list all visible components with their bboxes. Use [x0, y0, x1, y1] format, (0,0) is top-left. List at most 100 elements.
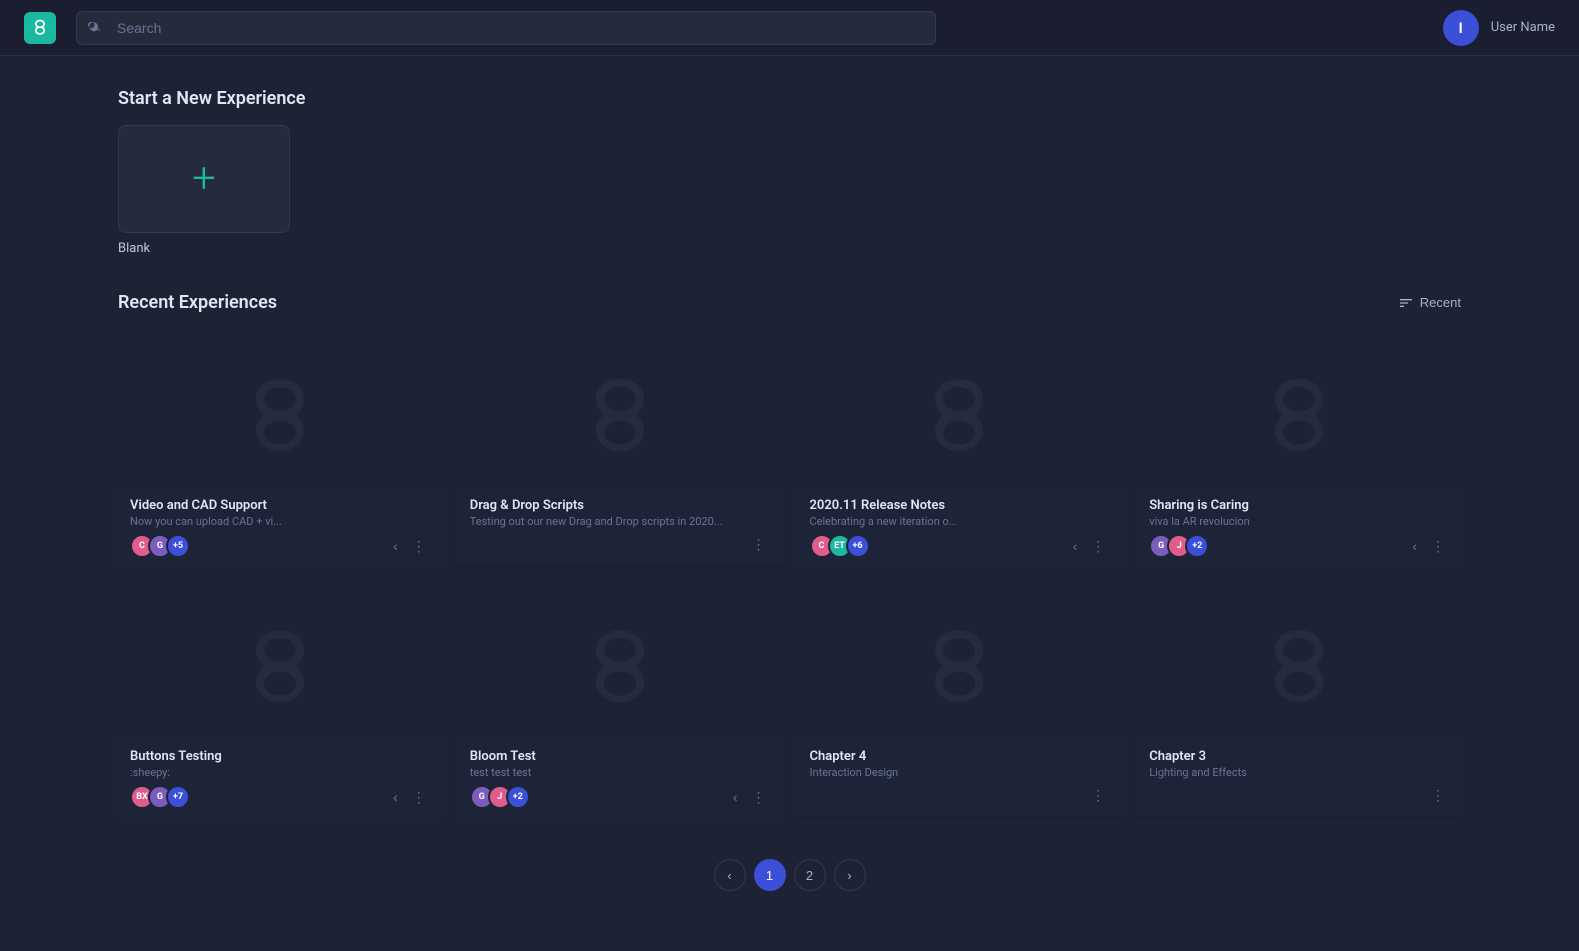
exp-thumbnail [1137, 333, 1461, 488]
user-avatar[interactable]: I [1443, 10, 1479, 46]
experience-card[interactable]: Bloom Test test test test GJ+2 ‹ ⋮ [458, 584, 782, 819]
exp-subtitle: Celebrating a new iteration o... [810, 515, 1110, 528]
exp-logo-icon [919, 622, 999, 702]
more-options-button[interactable]: ⋮ [1427, 536, 1449, 557]
exp-title: 2020.11 Release Notes [810, 498, 1110, 513]
exp-footer-row: GJ+2 ‹ ⋮ [1149, 534, 1449, 558]
exp-thumbnail [118, 584, 442, 739]
exp-logo-icon [1259, 622, 1339, 702]
exp-logo-icon [1259, 371, 1339, 451]
chevron-left-button[interactable]: ‹ [389, 536, 402, 556]
footer-actions: ‹ ⋮ [389, 536, 430, 557]
experience-card[interactable]: Chapter 3 Lighting and Effects ⋮ [1137, 584, 1461, 819]
extra-count-badge: +6 [846, 534, 870, 558]
chevron-left-button[interactable]: ‹ [1069, 536, 1082, 556]
footer-actions: ⋮ [1427, 785, 1449, 806]
more-options-button[interactable]: ⋮ [748, 787, 770, 808]
experience-card[interactable]: Buttons Testing :sheepy: BXG+7 ‹ ⋮ [118, 584, 442, 819]
experience-card[interactable]: Sharing is Caring viva la AR revolucion … [1137, 333, 1461, 568]
more-options-button[interactable]: ⋮ [408, 536, 430, 557]
sort-button[interactable]: Recent [1398, 295, 1461, 311]
exp-footer: Buttons Testing :sheepy: BXG+7 ‹ ⋮ [118, 739, 442, 819]
more-options-button[interactable]: ⋮ [1427, 785, 1449, 806]
exp-thumbnail [1137, 584, 1461, 739]
header-right: I User Name [1443, 10, 1555, 46]
avatars-group: CG+5 [130, 534, 190, 558]
experience-card[interactable]: Drag & Drop Scripts Testing out our new … [458, 333, 782, 568]
exp-title: Buttons Testing [130, 749, 430, 764]
exp-footer-row: CG+5 ‹ ⋮ [130, 534, 430, 558]
exp-subtitle: Testing out our new Drag and Drop script… [470, 515, 770, 528]
next-page-button[interactable]: › [834, 859, 866, 891]
exp-footer: Bloom Test test test test GJ+2 ‹ ⋮ [458, 739, 782, 819]
recent-header: Recent Experiences Recent [118, 292, 1461, 313]
exp-logo-icon [580, 622, 660, 702]
exp-footer-row: ⋮ [810, 785, 1110, 806]
app-logo[interactable] [24, 12, 56, 44]
extra-count-badge: +5 [166, 534, 190, 558]
avatars-group: BXG+7 [130, 785, 190, 809]
footer-actions: ‹ ⋮ [389, 787, 430, 808]
page-2-button[interactable]: 2 [794, 859, 826, 891]
exp-logo-icon [240, 371, 320, 451]
exp-footer-row: ⋮ [470, 534, 770, 555]
exp-title: Drag & Drop Scripts [470, 498, 770, 513]
exp-subtitle: Lighting and Effects [1149, 766, 1449, 779]
experience-card[interactable]: Video and CAD Support Now you can upload… [118, 333, 442, 568]
exp-logo-icon [919, 371, 999, 451]
exp-title: Bloom Test [470, 749, 770, 764]
exp-footer: Drag & Drop Scripts Testing out our new … [458, 488, 782, 565]
exp-footer: 2020.11 Release Notes Celebrating a new … [798, 488, 1122, 568]
new-experience-title: Start a New Experience [118, 88, 1461, 109]
recent-title: Recent Experiences [118, 292, 277, 313]
chevron-left-button[interactable]: ‹ [729, 787, 742, 807]
extra-count-badge: +2 [1185, 534, 1209, 558]
main-content: Start a New Experience + Blank Recent Ex… [0, 56, 1579, 951]
avatars-group: CET+6 [810, 534, 870, 558]
footer-actions: ‹ ⋮ [1408, 536, 1449, 557]
exp-logo-icon [240, 622, 320, 702]
exp-subtitle: viva la AR revolucion [1149, 515, 1449, 528]
exp-title: Chapter 4 [810, 749, 1110, 764]
exp-thumbnail [798, 333, 1122, 488]
exp-logo-icon [580, 371, 660, 451]
exp-title: Chapter 3 [1149, 749, 1449, 764]
blank-label: Blank [118, 241, 150, 256]
exp-footer: Chapter 3 Lighting and Effects ⋮ [1137, 739, 1461, 816]
exp-footer: Video and CAD Support Now you can upload… [118, 488, 442, 568]
search-input[interactable] [76, 11, 936, 45]
more-options-button[interactable]: ⋮ [1087, 785, 1109, 806]
prev-page-button[interactable]: ‹ [714, 859, 746, 891]
exp-title: Video and CAD Support [130, 498, 430, 513]
exp-thumbnail [118, 333, 442, 488]
footer-actions: ‹ ⋮ [1069, 536, 1110, 557]
user-name-label: User Name [1491, 20, 1555, 35]
chevron-left-button[interactable]: ‹ [389, 787, 402, 807]
footer-actions: ‹ ⋮ [729, 787, 770, 808]
page-1-button[interactable]: 1 [754, 859, 786, 891]
blank-card[interactable]: + [118, 125, 290, 233]
experience-card[interactable]: Chapter 4 Interaction Design ⋮ [798, 584, 1122, 819]
search-icon [88, 18, 102, 37]
more-options-button[interactable]: ⋮ [1087, 536, 1109, 557]
exp-subtitle: Now you can upload CAD + vi... [130, 515, 430, 528]
exp-thumbnail [458, 584, 782, 739]
footer-actions: ⋮ [748, 534, 770, 555]
exp-footer-row: BXG+7 ‹ ⋮ [130, 785, 430, 809]
exp-subtitle: test test test [470, 766, 770, 779]
experience-card[interactable]: 2020.11 Release Notes Celebrating a new … [798, 333, 1122, 568]
exp-footer: Sharing is Caring viva la AR revolucion … [1137, 488, 1461, 568]
extra-count-badge: +2 [506, 785, 530, 809]
exp-footer-row: CET+6 ‹ ⋮ [810, 534, 1110, 558]
exp-footer: Chapter 4 Interaction Design ⋮ [798, 739, 1122, 816]
search-bar [76, 11, 936, 45]
exp-thumbnail [458, 333, 782, 488]
extra-count-badge: +7 [166, 785, 190, 809]
sort-label: Recent [1420, 295, 1461, 310]
avatars-group: GJ+2 [470, 785, 530, 809]
exp-title: Sharing is Caring [1149, 498, 1449, 513]
exp-footer-row: ⋮ [1149, 785, 1449, 806]
chevron-left-button[interactable]: ‹ [1408, 536, 1421, 556]
more-options-button[interactable]: ⋮ [748, 534, 770, 555]
more-options-button[interactable]: ⋮ [408, 787, 430, 808]
